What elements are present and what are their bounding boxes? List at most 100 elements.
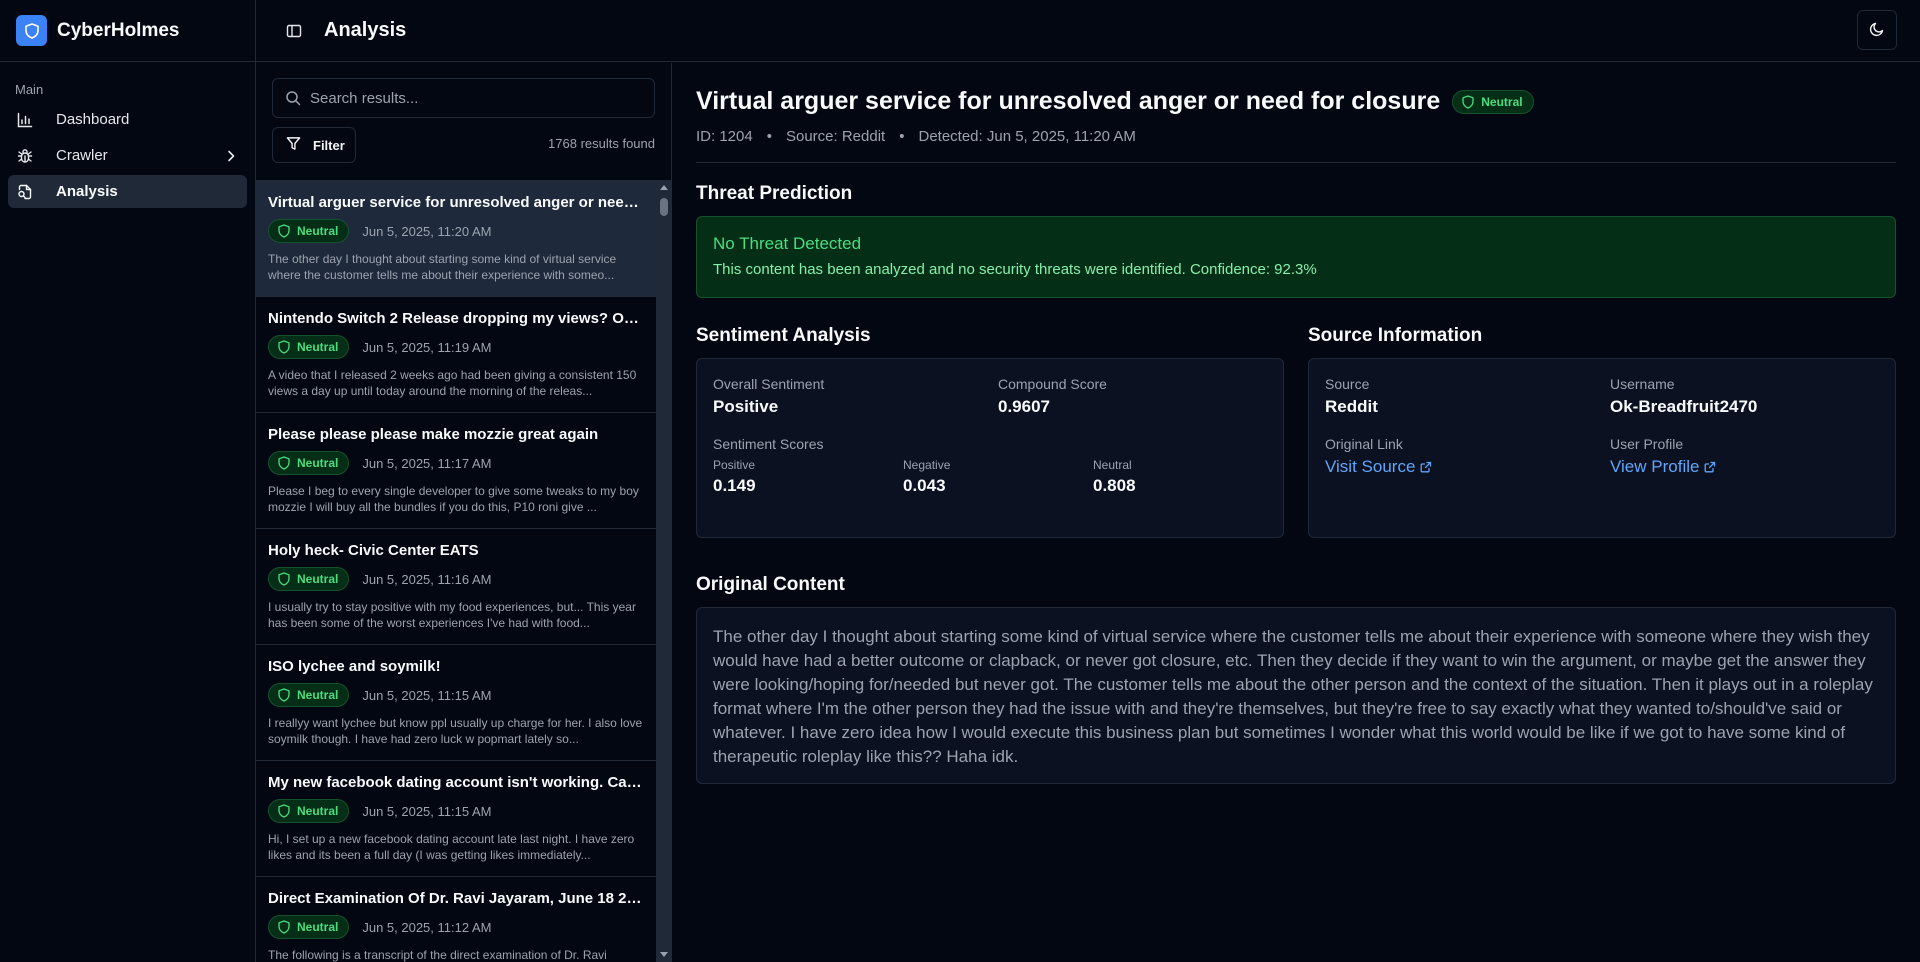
badge-label: Neutral	[297, 804, 339, 818]
original-content-box: The other day I thought about starting s…	[696, 607, 1896, 784]
badge-label: Neutral	[297, 224, 339, 238]
neutral-score-label: Neutral	[1093, 458, 1132, 472]
result-timestamp: Jun 5, 2025, 11:16 AM	[362, 571, 492, 587]
username-value: Ok-Breadfruit2470	[1610, 397, 1758, 416]
user-profile-label: User Profile	[1610, 436, 1684, 452]
list-item[interactable]: My new facebook dating account isn't wor…	[256, 761, 656, 877]
page-title: Analysis	[324, 19, 407, 41]
scroll-up-arrow-icon[interactable]	[660, 184, 668, 192]
search-input[interactable]	[310, 89, 640, 107]
list-item[interactable]: Direct Examination Of Dr. Ravi Jayaram, …	[256, 877, 656, 962]
result-timestamp: Jun 5, 2025, 11:19 AM	[362, 339, 492, 355]
theme-toggle-button[interactable]	[1857, 10, 1897, 50]
badge-label: Neutral	[297, 572, 339, 586]
sidebar-item-dashboard[interactable]: Dashboard	[8, 103, 247, 136]
bug-icon	[16, 147, 34, 165]
shield-logo-icon	[16, 15, 47, 46]
positive-score-value: 0.149	[713, 476, 756, 495]
external-link-icon	[1420, 461, 1432, 473]
search-box[interactable]	[272, 78, 655, 118]
brand[interactable]: CyberHolmes	[0, 0, 255, 62]
list-item[interactable]: Virtual arguer service for unresolved an…	[256, 181, 656, 297]
sidebar-toggle-icon[interactable]	[282, 19, 306, 43]
status-badge: Neutral	[268, 567, 350, 591]
shield-icon	[278, 224, 290, 238]
source-section-title: Source Information	[1308, 325, 1483, 346]
neutral-score-value: 0.808	[1093, 476, 1136, 495]
shield-icon	[278, 340, 290, 354]
scroll-down-arrow-icon[interactable]	[660, 950, 668, 958]
visit-source-link[interactable]: Visit Source	[1325, 457, 1432, 477]
filter-icon	[286, 136, 301, 154]
visit-source-text: Visit Source	[1325, 457, 1416, 476]
shield-icon	[1462, 94, 1474, 109]
list-item[interactable]: Nintendo Switch 2 Release dropping my vi…	[256, 297, 656, 413]
negative-score-value: 0.043	[903, 476, 946, 495]
list-item[interactable]: Holy heck- Civic Center EATS Neutral Jun…	[256, 529, 656, 645]
result-timestamp: Jun 5, 2025, 11:15 AM	[362, 687, 492, 703]
result-timestamp: Jun 5, 2025, 11:15 AM	[362, 803, 492, 819]
sidebar-nav: Dashboard Crawler Analysis	[0, 97, 255, 208]
status-badge: Neutral	[1452, 89, 1534, 114]
result-title: Nintendo Switch 2 Release dropping my vi…	[268, 310, 644, 327]
detail-panel: Virtual arguer service for unresolved an…	[672, 63, 1920, 962]
badge-label: Neutral	[297, 340, 339, 354]
positive-score-label: Positive	[713, 458, 756, 472]
separator-dot: •	[899, 128, 905, 145]
source-card: Source Reddit Username Ok-Breadfruit2470…	[1308, 358, 1896, 538]
content-section-title: Original Content	[696, 574, 845, 595]
compound-score-label: Compound Score	[998, 376, 1107, 392]
username-label: Username	[1610, 376, 1675, 392]
badge-label: Neutral	[297, 688, 339, 702]
scroll-thumb[interactable]	[660, 198, 668, 216]
sidebar-item-crawler[interactable]: Crawler	[8, 139, 247, 172]
threat-section-title: Threat Prediction	[696, 183, 853, 204]
filter-button[interactable]: Filter	[272, 127, 356, 163]
search-icon	[285, 90, 301, 106]
status-badge: Neutral	[268, 219, 350, 243]
view-profile-link[interactable]: View Profile	[1610, 457, 1716, 477]
sentiment-scores-label: Sentiment Scores	[713, 436, 824, 452]
source-value: Reddit	[1325, 397, 1378, 416]
result-snippet: A video that I released 2 weeks ago had …	[268, 368, 637, 398]
moon-icon	[1869, 21, 1885, 40]
detail-detected: Detected: Jun 5, 2025, 11:20 AM	[918, 128, 1136, 145]
sidebar-item-label: Analysis	[56, 183, 118, 200]
status-badge: Neutral	[268, 683, 350, 707]
detail-source: Source: Reddit	[785, 128, 886, 145]
results-list: Virtual arguer service for unresolved an…	[256, 180, 656, 962]
badge-label: Neutral	[1481, 94, 1523, 109]
bar-chart-icon	[16, 111, 34, 129]
sidebar-item-analysis[interactable]: Analysis	[8, 175, 247, 208]
file-search-icon	[16, 183, 34, 201]
result-title: Please please please make mozzie great a…	[268, 426, 599, 443]
sentiment-section-title: Sentiment Analysis	[696, 325, 871, 346]
original-link-label: Original Link	[1325, 436, 1403, 452]
list-item[interactable]: Please please please make mozzie great a…	[256, 413, 656, 529]
status-badge: Neutral	[268, 335, 350, 359]
results-scrollbar[interactable]	[656, 180, 672, 962]
result-title: ISO lychee and soymilk!	[268, 658, 441, 675]
result-snippet: Please I beg to every single developer t…	[268, 484, 639, 514]
app-name: CyberHolmes	[57, 19, 180, 41]
overall-sentiment-label: Overall Sentiment	[713, 376, 825, 392]
threat-headline: No Threat Detected	[713, 234, 862, 253]
threat-description: This content has been analyzed and no se…	[713, 261, 1317, 278]
result-timestamp: Jun 5, 2025, 11:17 AM	[362, 455, 492, 471]
chevron-right-icon[interactable]	[223, 148, 239, 164]
shield-icon	[278, 804, 290, 818]
sidebar-item-label: Crawler	[56, 147, 108, 164]
shield-icon	[278, 572, 290, 586]
result-snippet: I reallyy want lychee but know ppl usual…	[268, 716, 643, 746]
threat-result-box: No Threat Detected This content has been…	[696, 216, 1896, 298]
results-panel: Filter 1768 results found Virtual arguer…	[256, 63, 672, 962]
status-badge: Neutral	[268, 799, 350, 823]
result-snippet: The other day I thought about starting s…	[268, 252, 617, 282]
result-title: Virtual arguer service for unresolved an…	[268, 194, 644, 211]
original-content-text: The other day I thought about starting s…	[713, 627, 1873, 766]
result-snippet: The following is a transcript of the dir…	[268, 948, 607, 962]
list-item[interactable]: ISO lychee and soymilk! Neutral Jun 5, 2…	[256, 645, 656, 761]
shield-icon	[278, 688, 290, 702]
status-badge: Neutral	[268, 451, 350, 475]
badge-label: Neutral	[297, 456, 339, 470]
